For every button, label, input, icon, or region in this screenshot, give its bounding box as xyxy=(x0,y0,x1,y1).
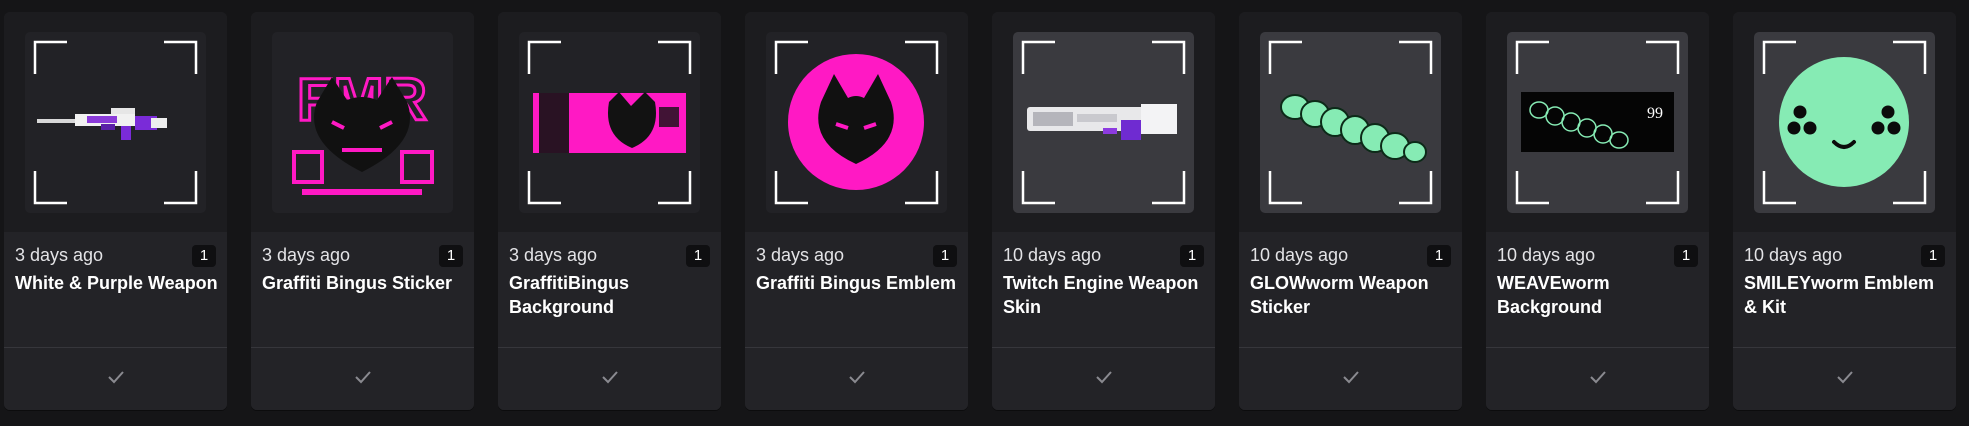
claim-footer[interactable] xyxy=(992,347,1215,410)
checkmark-icon xyxy=(1343,371,1359,384)
quantity-badge: 1 xyxy=(933,245,957,267)
quantity-badge: 1 xyxy=(1921,245,1945,267)
thumbnail-area: 99 xyxy=(1486,12,1709,232)
claim-footer[interactable] xyxy=(1239,347,1462,410)
checkmark-icon xyxy=(849,371,865,384)
white-purple-rifle-thumbnail xyxy=(25,32,206,213)
reward-card[interactable]: 3 days ago 1 GraffitiBingus Background xyxy=(498,12,721,410)
item-title: GraffitiBingus Background xyxy=(509,273,629,317)
rifle-icon xyxy=(1027,104,1177,140)
twitch-engine-rifle-thumbnail xyxy=(1013,32,1194,213)
item-title: Graffiti Bingus Emblem xyxy=(756,273,957,293)
thumbnail-area xyxy=(992,12,1215,232)
thumbnail-area: FMR xyxy=(251,12,474,232)
quantity-badge: 1 xyxy=(686,245,710,267)
reward-card[interactable]: 3 days ago 1 Graffiti Bingus Emblem xyxy=(745,12,968,410)
thumbnail-area xyxy=(1733,12,1956,232)
claim-footer[interactable] xyxy=(1486,347,1709,410)
acquired-date: 10 days ago xyxy=(1250,245,1349,265)
quantity-badge: 1 xyxy=(1674,245,1698,267)
item-title: White & Purple Weapon xyxy=(15,273,218,293)
reward-card[interactable]: 10 days ago 1 GLOWworm Weapon Sticker xyxy=(1239,12,1462,410)
smiley-icon xyxy=(1779,57,1909,187)
quantity-badge: 1 xyxy=(192,245,216,267)
thumbnail-area xyxy=(498,12,721,232)
item-title: SMILEYworm Emblem & Kit xyxy=(1744,273,1935,317)
acquired-date: 3 days ago xyxy=(15,245,104,265)
checkmark-icon xyxy=(108,371,124,384)
reward-card[interactable]: FMR 3 days ago 1 Graffiti Bingus Sticker xyxy=(251,12,474,410)
reward-card[interactable]: 10 days ago 1 Twitch Engine Weapon Skin xyxy=(992,12,1215,410)
item-title: Twitch Engine Weapon Skin xyxy=(1003,273,1199,317)
quantity-badge: 1 xyxy=(439,245,463,267)
thumbnail-area xyxy=(1239,12,1462,232)
checkmark-icon xyxy=(1837,371,1853,384)
thumbnail-area xyxy=(745,12,968,232)
checkmark-icon xyxy=(355,371,371,384)
graffiti-cat-sticker-thumbnail: FMR xyxy=(272,32,453,213)
reward-card[interactable]: 99 10 days ago 1 WEAVEworm Background xyxy=(1486,12,1709,410)
smiley-face-thumbnail xyxy=(1754,32,1935,213)
checkmark-icon xyxy=(1096,371,1112,384)
acquired-date: 3 days ago xyxy=(262,245,351,265)
quantity-badge: 1 xyxy=(1180,245,1204,267)
rifle-icon xyxy=(37,108,167,140)
acquired-date: 3 days ago xyxy=(756,245,845,265)
quantity-badge: 1 xyxy=(1427,245,1451,267)
glowworm-thumbnail xyxy=(1260,32,1441,213)
graffiti-cat-banner-thumbnail xyxy=(519,32,700,213)
claim-footer[interactable] xyxy=(4,347,227,410)
weaveworm-banner-thumbnail: 99 xyxy=(1507,32,1688,213)
claim-footer[interactable] xyxy=(498,347,721,410)
claim-footer[interactable] xyxy=(1733,347,1956,410)
reward-row: 3 days ago 1 White & Purple Weapon FMR xyxy=(0,0,1969,426)
reward-card[interactable]: 3 days ago 1 White & Purple Weapon xyxy=(4,12,227,410)
claim-footer[interactable] xyxy=(251,347,474,410)
checkmark-icon xyxy=(1590,371,1606,384)
acquired-date: 10 days ago xyxy=(1003,245,1102,265)
claim-footer[interactable] xyxy=(745,347,968,410)
acquired-date: 10 days ago xyxy=(1497,245,1596,265)
checkmark-icon xyxy=(602,371,618,384)
item-title: WEAVEworm Background xyxy=(1497,273,1610,317)
reward-card[interactable]: 10 days ago 1 SMILEYworm Emblem & Kit xyxy=(1733,12,1956,410)
banner-number: 99 xyxy=(1647,105,1663,122)
thumbnail-area xyxy=(4,12,227,232)
acquired-date: 10 days ago xyxy=(1744,245,1843,265)
worm-icon xyxy=(1280,94,1427,163)
pink-cat-emblem-thumbnail xyxy=(766,32,947,213)
acquired-date: 3 days ago xyxy=(509,245,598,265)
item-title: GLOWworm Weapon Sticker xyxy=(1250,273,1429,317)
item-title: Graffiti Bingus Sticker xyxy=(262,273,453,293)
